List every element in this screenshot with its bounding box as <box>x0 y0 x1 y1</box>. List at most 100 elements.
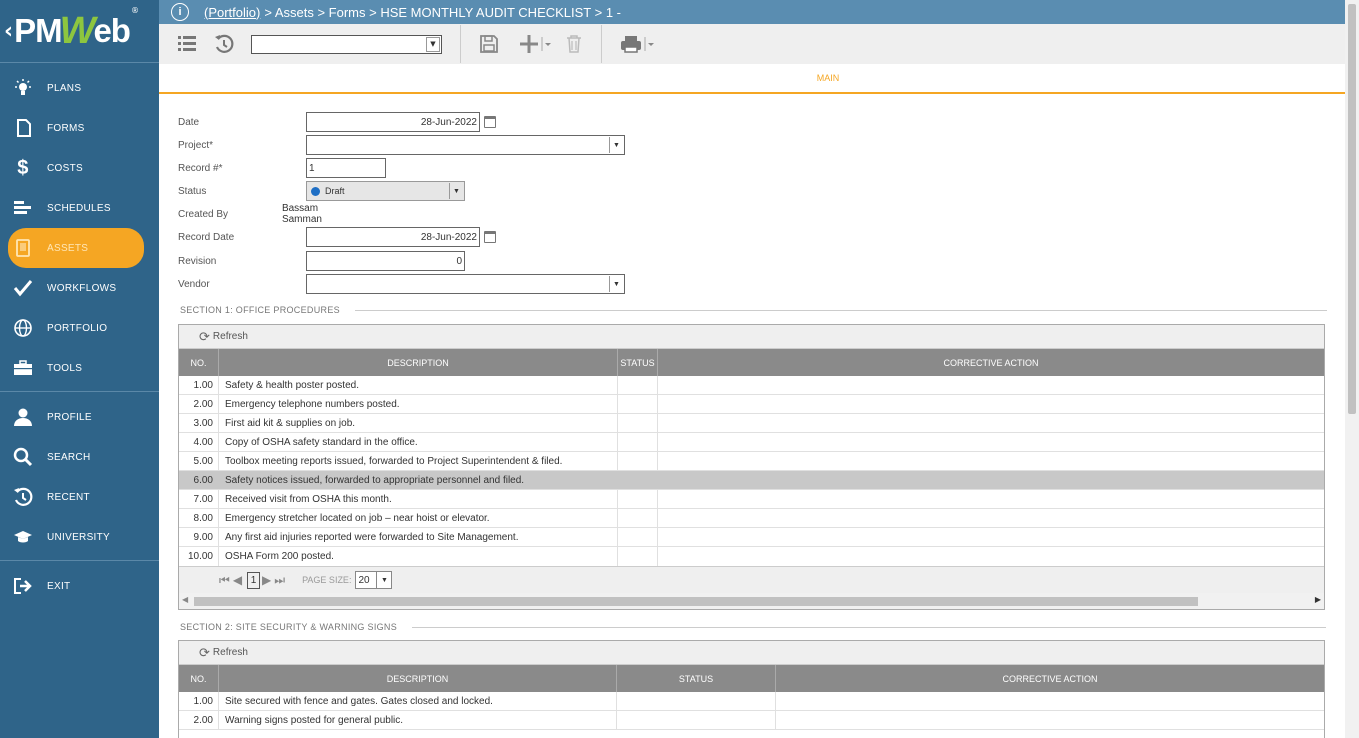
row-corrective-cell[interactable] <box>658 471 1324 489</box>
row-status-cell[interactable] <box>618 433 658 451</box>
table-row-selected[interactable]: 6.00 Safety notices issued, forwarded to … <box>179 471 1324 490</box>
sidebar-item-university[interactable]: UNIVERSITY <box>0 517 159 557</box>
add-icon[interactable] <box>519 34 551 54</box>
row-status-cell[interactable] <box>618 414 658 432</box>
sidebar-item-plans[interactable]: PLANS <box>0 68 159 108</box>
date-field[interactable]: 28-Jun-2022 <box>306 112 480 132</box>
back-chevron-icon[interactable]: ‹ <box>4 19 13 44</box>
scroll-left-icon[interactable]: ◀ <box>182 595 188 604</box>
table-row[interactable]: 10.00 OSHA Form 200 posted. <box>179 547 1324 566</box>
revision-field[interactable]: 0 <box>306 251 465 271</box>
sidebar-item-schedules[interactable]: SCHEDULES <box>0 188 159 228</box>
row-status-cell[interactable] <box>618 509 658 527</box>
table-row[interactable]: 8.00 Emergency stretcher located on job –… <box>179 509 1324 528</box>
sidebar-item-workflows[interactable]: WORKFLOWS <box>0 268 159 308</box>
scrollbar-thumb[interactable] <box>1348 4 1356 414</box>
sidebar-item-search[interactable]: SEARCH <box>0 437 159 477</box>
save-icon[interactable] <box>479 34 499 54</box>
row-corrective-cell[interactable] <box>658 490 1324 508</box>
last-page-icon[interactable]: ⏭ <box>274 573 285 588</box>
row-status-cell[interactable] <box>618 452 658 470</box>
calendar-icon[interactable] <box>484 116 496 128</box>
delete-icon[interactable] <box>565 34 583 54</box>
tab-main[interactable]: MAIN <box>817 73 840 83</box>
table-row[interactable]: 7.00 Received visit from OSHA this month. <box>179 490 1324 509</box>
print-icon[interactable] <box>620 34 656 54</box>
row-corrective-cell[interactable] <box>658 509 1324 527</box>
refresh-button[interactable]: Refresh <box>213 647 248 658</box>
row-corrective-cell[interactable] <box>658 452 1324 470</box>
status-select[interactable]: Draft ▼ <box>306 181 465 201</box>
toolbar-action-select[interactable]: ▼ <box>251 34 442 54</box>
row-number: 1.00 <box>179 376 219 394</box>
scroll-right-icon[interactable]: ▶ <box>1315 595 1321 604</box>
calendar-icon[interactable] <box>484 231 496 243</box>
row-corrective-cell[interactable] <box>658 528 1324 546</box>
row-description: OSHA Form 200 posted. <box>219 547 618 566</box>
sidebar-item-profile[interactable]: PROFILE <box>0 397 159 437</box>
grid-horizontal-scrollbar[interactable]: ◀ ▶ <box>179 593 1324 609</box>
row-status-cell[interactable] <box>618 376 658 394</box>
pmweb-logo[interactable]: ‹ PM W eb ® <box>0 0 159 63</box>
prev-page-icon[interactable]: ◀ <box>233 573 242 587</box>
column-header-corrective-action[interactable]: CORRECTIVE ACTION <box>658 349 1324 376</box>
row-corrective-cell[interactable] <box>658 414 1324 432</box>
vendor-select[interactable]: ▼ <box>306 274 625 294</box>
table-row[interactable]: 1.00 Safety & health poster posted. <box>179 376 1324 395</box>
scrollbar-thumb[interactable] <box>194 597 1198 606</box>
column-header-corrective-action[interactable]: CORRECTIVE ACTION <box>776 665 1324 692</box>
row-status-cell[interactable] <box>618 395 658 413</box>
refresh-button[interactable]: Refresh <box>213 331 248 342</box>
info-icon[interactable]: i <box>171 3 189 21</box>
record-date-field[interactable]: 28-Jun-2022 <box>306 227 480 247</box>
sidebar-item-recent[interactable]: RECENT <box>0 477 159 517</box>
project-select[interactable]: ▼ <box>306 135 625 155</box>
current-page-number[interactable]: 1 <box>247 571 261 589</box>
row-status-cell[interactable] <box>618 547 658 566</box>
sidebar-item-costs[interactable]: $ COSTS <box>0 148 159 188</box>
table-row[interactable]: 9.00 Any first aid injuries reported were… <box>179 528 1324 547</box>
table-row[interactable]: 2.00 Emergency telephone numbers posted. <box>179 395 1324 414</box>
sidebar-item-label: RECENT <box>47 491 90 503</box>
row-corrective-cell[interactable] <box>658 395 1324 413</box>
row-corrective-cell[interactable] <box>658 547 1324 566</box>
page-scrollbar[interactable] <box>1345 0 1359 738</box>
row-status-cell[interactable] <box>617 692 776 710</box>
sidebar-item-tools[interactable]: TOOLS <box>0 348 159 388</box>
row-corrective-cell[interactable] <box>658 376 1324 394</box>
table-row[interactable]: 2.00 Warning signs posted for general pub… <box>179 711 1324 730</box>
sidebar-item-forms[interactable]: FORMS <box>0 108 159 148</box>
section-2-grid: ⟳ Refresh NO. DESCRIPTION STATUS CORRECT… <box>178 640 1325 738</box>
date-label: Date <box>178 116 200 128</box>
table-row[interactable]: 3.00 First aid kit & supplies on job. <box>179 414 1324 433</box>
column-header-description[interactable]: DESCRIPTION <box>219 665 617 692</box>
row-corrective-cell[interactable] <box>776 711 1324 729</box>
row-status-cell[interactable] <box>617 711 776 729</box>
column-header-no[interactable]: NO. <box>179 665 219 692</box>
sidebar-item-portfolio[interactable]: PORTFOLIO <box>0 308 159 348</box>
column-header-no[interactable]: NO. <box>179 349 219 376</box>
record-date-row: Record Date 28-Jun-2022 <box>178 227 496 247</box>
refresh-icon[interactable]: ⟳ <box>199 329 210 345</box>
page-size-select[interactable]: 20 ▼ <box>355 571 393 589</box>
sidebar-item-exit[interactable]: EXIT <box>0 566 159 606</box>
table-row[interactable]: 5.00 Toolbox meeting reports issued, forw… <box>179 452 1324 471</box>
next-page-icon[interactable]: ▶ <box>262 573 271 587</box>
breadcrumb-portfolio-link[interactable]: (Portfolio) <box>204 5 260 20</box>
row-corrective-cell[interactable] <box>658 433 1324 451</box>
row-status-cell[interactable] <box>618 528 658 546</box>
sidebar-item-assets[interactable]: ASSETS <box>8 228 144 268</box>
history-icon[interactable] <box>214 34 234 54</box>
refresh-icon[interactable]: ⟳ <box>199 645 210 661</box>
row-status-cell[interactable] <box>618 471 658 489</box>
row-corrective-cell[interactable] <box>776 692 1324 710</box>
row-status-cell[interactable] <box>618 490 658 508</box>
column-header-description[interactable]: DESCRIPTION <box>219 349 618 376</box>
record-number-field[interactable]: 1 <box>306 158 386 178</box>
table-row[interactable]: 1.00 Site secured with fence and gates. G… <box>179 692 1324 711</box>
table-row[interactable]: 4.00 Copy of OSHA safety standard in the … <box>179 433 1324 452</box>
column-header-status[interactable]: STATUS <box>618 349 658 376</box>
column-header-status[interactable]: STATUS <box>617 665 776 692</box>
list-icon[interactable] <box>177 35 197 53</box>
first-page-icon[interactable]: ⏮ <box>219 573 230 588</box>
